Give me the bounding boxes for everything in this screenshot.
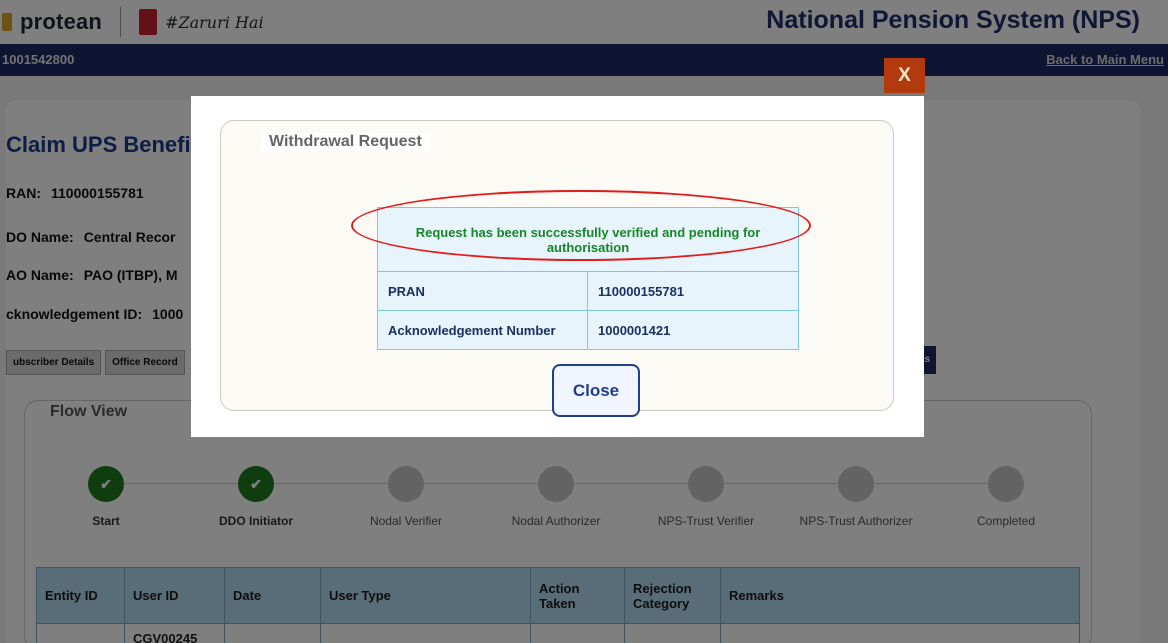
modal-legend: Withdrawal Request xyxy=(261,133,430,151)
modal-close-x-button[interactable]: X xyxy=(884,58,925,93)
ack-number-row-label: Acknowledgement Number xyxy=(377,310,588,350)
pran-row-label: PRAN xyxy=(377,271,588,311)
pran-row-value: 110000155781 xyxy=(587,271,799,311)
table-row: Acknowledgement Number 1000001421 xyxy=(377,310,799,350)
withdrawal-request-fieldset: Withdrawal Request Request has been succ… xyxy=(220,120,894,417)
withdrawal-request-modal: Withdrawal Request Request has been succ… xyxy=(191,96,924,437)
close-button[interactable]: Close xyxy=(552,364,640,417)
red-annotation-ellipse xyxy=(351,190,811,261)
table-row: PRAN 110000155781 xyxy=(377,271,799,311)
ack-number-row-value: 1000001421 xyxy=(587,310,799,350)
